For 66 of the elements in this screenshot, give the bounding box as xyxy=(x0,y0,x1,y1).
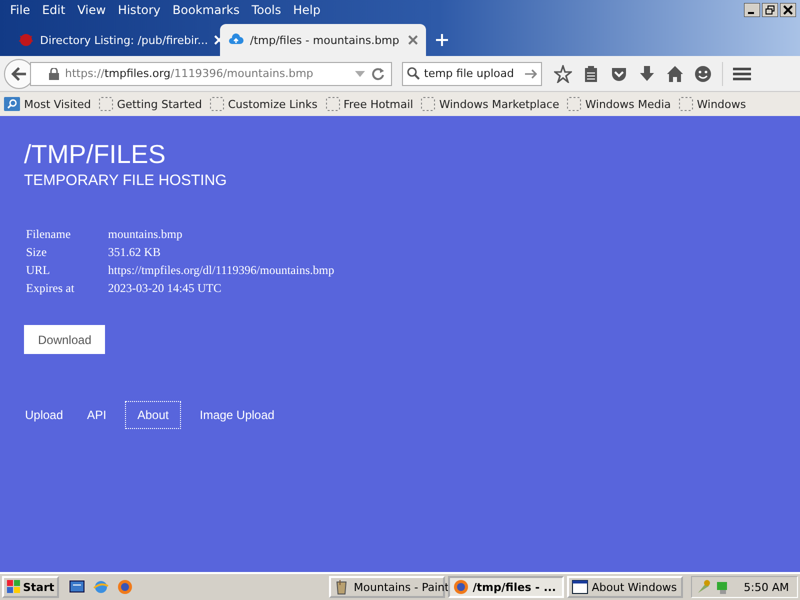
detail-value: https://tmpfiles.org/dl/1119396/mountains.bmp xyxy=(108,262,334,279)
detail-label: Expires at xyxy=(26,280,76,297)
menu-item[interactable]: View xyxy=(71,3,112,17)
firefox-icon xyxy=(452,579,469,595)
desktop-icon[interactable] xyxy=(69,579,86,595)
download-button[interactable]: Download xyxy=(24,325,106,354)
blank-page-icon xyxy=(98,97,113,111)
bookmark-item[interactable]: Customize Links xyxy=(210,97,318,111)
star-icon[interactable] xyxy=(554,64,572,82)
menu-item[interactable]: Edit xyxy=(36,3,72,17)
back-arrow-icon xyxy=(11,66,27,80)
detail-label: Size xyxy=(26,244,48,261)
menu-item[interactable]: File xyxy=(4,3,36,17)
menu-item[interactable]: Help xyxy=(287,3,326,17)
taskbar-button[interactable]: /tmp/files - ... xyxy=(448,576,564,598)
clock: 5:50 AM xyxy=(744,580,789,594)
clipboard-icon[interactable] xyxy=(582,64,600,82)
detail-value: 351.62 KB xyxy=(108,244,162,261)
smiley-icon[interactable] xyxy=(694,64,712,82)
restore-icon[interactable] xyxy=(762,3,778,17)
bookmark-item[interactable]: Windows Marketplace xyxy=(421,97,560,111)
minimize-icon[interactable] xyxy=(744,3,760,17)
lock-icon xyxy=(49,68,59,80)
detail-label: URL xyxy=(26,262,51,279)
nav-link[interactable]: About xyxy=(125,401,181,429)
blank-page-icon xyxy=(567,97,582,111)
site-subtitle: TEMPORARY FILE HOSTING xyxy=(24,172,228,189)
home-icon[interactable] xyxy=(666,64,684,82)
taskbar-button[interactable]: About Windows xyxy=(566,576,683,598)
windows-flag-icon xyxy=(7,580,21,594)
menu-item[interactable]: Tools xyxy=(246,3,288,17)
address-field[interactable]: https://tmpfiles.org/1119396/mountains.bmp xyxy=(30,62,392,86)
bookmark-item[interactable]: Getting Started xyxy=(98,97,202,111)
nav-link[interactable]: Image Upload xyxy=(194,401,280,429)
menu-item[interactable]: Bookmarks xyxy=(166,3,246,17)
firefox-icon[interactable] xyxy=(117,579,134,595)
blank-page-icon xyxy=(210,97,224,111)
new-tab-icon[interactable] xyxy=(436,34,448,46)
menu-icon[interactable] xyxy=(733,66,751,80)
search-icon xyxy=(407,67,420,80)
detail-label: Filename xyxy=(26,226,72,243)
bookmark-item[interactable]: Windows Media xyxy=(567,97,671,111)
menu-item[interactable]: History xyxy=(112,3,167,17)
window-icon xyxy=(572,579,588,595)
search-field[interactable]: temp file upload xyxy=(402,62,542,86)
blank-page-icon xyxy=(326,97,340,111)
nav-link[interactable]: API xyxy=(82,401,112,429)
bookmark-item[interactable]: Most Visited xyxy=(4,97,91,111)
bug-icon xyxy=(18,32,34,48)
browser-tab[interactable]: /tmp/files - mountains.bmp xyxy=(220,24,426,56)
nav-link[interactable]: Upload xyxy=(20,401,68,429)
folder-search-icon xyxy=(4,97,20,111)
bookmark-item[interactable]: Free Hotmail xyxy=(326,97,414,111)
bookmark-item[interactable]: Windows xyxy=(678,97,746,111)
detail-value: mountains.bmp xyxy=(108,226,184,243)
detail-value: 2023-03-20 14:45 UTC xyxy=(108,280,222,297)
download-icon[interactable] xyxy=(638,64,656,82)
site-title: /TMP/FILES xyxy=(24,138,167,170)
reload-icon[interactable] xyxy=(371,66,385,80)
go-arrow-icon[interactable] xyxy=(525,68,537,78)
blank-page-icon xyxy=(421,97,436,111)
close-icon[interactable] xyxy=(780,3,796,17)
url-text: https://tmpfiles.org/1119396/mountains.bmp xyxy=(65,67,314,80)
start-button[interactable]: Start xyxy=(2,576,60,598)
browser-tab[interactable]: Directory Listing: /pub/firebir... xyxy=(10,24,220,56)
blank-page-icon xyxy=(678,97,693,111)
